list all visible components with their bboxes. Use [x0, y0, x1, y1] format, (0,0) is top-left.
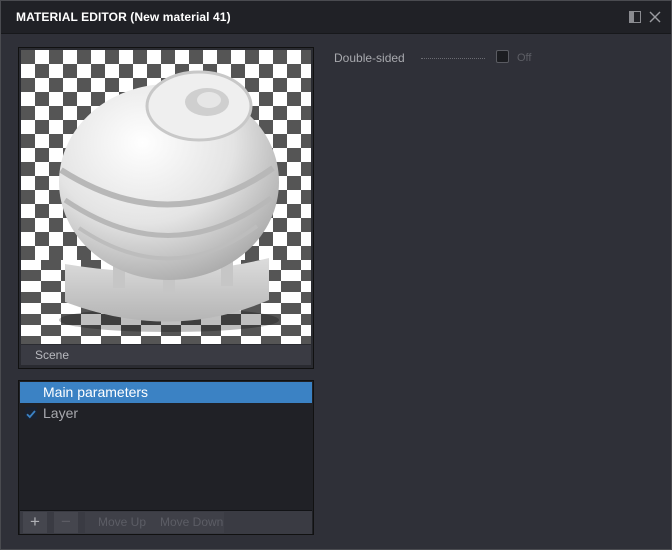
material-preview-image [21, 50, 311, 344]
double-sided-label: Double-sided [334, 51, 405, 65]
preview-scene-bar[interactable]: Scene [21, 345, 311, 365]
property-leader-dots [421, 58, 485, 59]
window-title: MATERIAL EDITOR (New material 41) [16, 10, 231, 24]
add-layer-button[interactable]: + [23, 512, 47, 533]
layer-item-main-parameters[interactable]: Main parameters [20, 382, 312, 403]
move-up-button[interactable]: Move Up [85, 512, 166, 533]
material-preview[interactable]: Scene [18, 47, 314, 369]
layer-item-label: Main parameters [43, 384, 149, 400]
double-sided-toggle[interactable] [496, 50, 509, 63]
double-sided-value: Off [517, 52, 532, 64]
layers-panel: Main parameters Layer + − Move Up Move D… [18, 380, 314, 535]
dock-icon[interactable] [628, 10, 642, 24]
layer-enabled-checkbox[interactable] [25, 407, 37, 419]
close-icon[interactable] [648, 10, 662, 24]
scene-label: Scene [35, 348, 70, 362]
layers-toolbar: + − Move Up Move Down [20, 510, 312, 534]
checkmark-icon [26, 410, 36, 419]
title-bar[interactable]: MATERIAL EDITOR (New material 41) [1, 1, 671, 34]
remove-layer-button[interactable]: − [54, 512, 78, 533]
layer-item-layer[interactable]: Layer [20, 403, 312, 424]
move-down-button[interactable]: Move Down [157, 512, 224, 533]
material-editor-window: MATERIAL EDITOR (New material 41) Scene … [0, 0, 672, 550]
layer-item-label: Layer [43, 405, 79, 421]
